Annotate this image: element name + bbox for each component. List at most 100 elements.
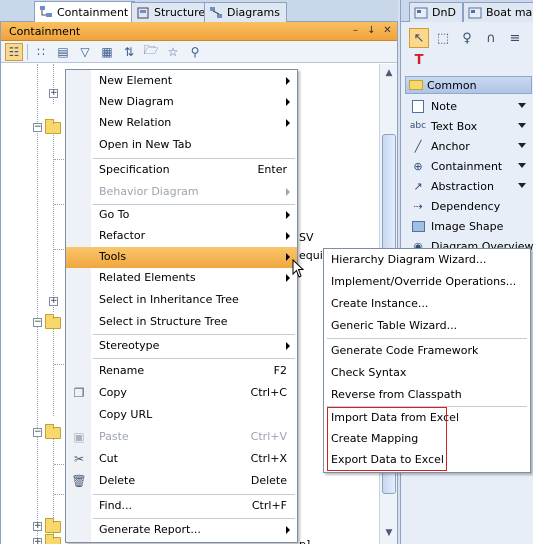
tree-expander[interactable]: +	[33, 538, 42, 544]
tab-containment[interactable]: Containment	[34, 1, 136, 22]
marquee-select-icon[interactable]: ⬚	[433, 28, 453, 48]
menu-item-refactor[interactable]: Refactor	[66, 226, 297, 247]
palette-item-anchor[interactable]: ╱ Anchor	[401, 136, 533, 156]
excel-items-callout-box	[327, 407, 447, 471]
tab-structure[interactable]: Structure	[131, 2, 213, 22]
palette-item-text-box[interactable]: abc Text Box	[401, 116, 533, 136]
tab-boat-map[interactable]: Boat map	[463, 2, 533, 22]
menu-item-delete[interactable]: 🗑 Delete Delete	[66, 471, 297, 492]
sticky-icon[interactable]: ≡	[505, 28, 525, 48]
menu-item-label: Select in Structure Tree	[99, 315, 228, 328]
structure-icon	[137, 7, 149, 18]
submenu-item-generic-table-wizard[interactable]: Generic Table Wizard...	[324, 316, 530, 337]
menu-item-new-diagram[interactable]: New Diagram	[66, 92, 297, 113]
menu-item-label: Stereotype	[99, 339, 160, 352]
package-folder-icon	[45, 518, 61, 533]
open-folder-icon[interactable]: 🗁	[142, 43, 160, 61]
submenu-item-implement-override-operations[interactable]: Implement/Override Operations...	[324, 272, 530, 293]
text-box-icon: abc	[409, 121, 427, 131]
menu-item-label: New Element	[99, 74, 173, 87]
menu-item-label: Specification	[99, 163, 170, 176]
dropdown-arrow-icon[interactable]	[518, 163, 526, 168]
menu-item-label: Copy	[99, 386, 127, 399]
collapse-all-icon[interactable]: ∷	[32, 43, 50, 61]
submenu-item-reverse-from-classpath[interactable]: Reverse from Classpath	[324, 385, 530, 406]
anchor-icon: ╱	[414, 139, 422, 153]
menu-item-open-in-new-tab[interactable]: Open in New Tab	[66, 135, 297, 156]
submenu-item-check-syntax[interactable]: Check Syntax	[324, 363, 530, 384]
menu-item-new-relation[interactable]: New Relation	[66, 113, 297, 134]
submenu-item-create-instance[interactable]: Create Instance...	[324, 294, 530, 315]
scroll-up-icon[interactable]: ▲	[382, 66, 396, 80]
palette-item-containment[interactable]: ⊕ Containment	[401, 156, 533, 176]
menu-item-copy[interactable]: ❐ Copy Ctrl+C	[66, 383, 297, 404]
submenu-arrow-icon	[286, 98, 290, 106]
minimize-icon[interactable]: –	[350, 24, 361, 37]
tab-dnd[interactable]: DnD	[409, 2, 463, 22]
menu-item-rename[interactable]: Rename F2	[66, 361, 297, 382]
menu-item-copy-url[interactable]: Copy URL	[66, 405, 297, 426]
tree-expander[interactable]: −	[33, 428, 42, 437]
menu-item-related-elements[interactable]: Related Elements	[66, 268, 297, 289]
scroll-down-icon[interactable]: ▼	[382, 526, 396, 540]
dropdown-arrow-icon[interactable]	[518, 183, 526, 188]
tree-expander[interactable]: +	[49, 89, 58, 98]
tab-diagrams[interactable]: Diagrams	[204, 2, 287, 22]
containment-icon: ⊕	[413, 159, 423, 173]
search-icon[interactable]: ⚲	[186, 43, 204, 61]
dropdown-arrow-icon[interactable]	[518, 123, 526, 128]
menu-item-cut[interactable]: ✂ Cut Ctrl+X	[66, 449, 297, 470]
close-icon[interactable]: ✕	[382, 24, 393, 37]
submenu-item-generate-code-framework[interactable]: Generate Code Framework	[324, 341, 530, 362]
menu-item-go-to[interactable]: Go To	[66, 205, 297, 226]
tree-item-fragment[interactable]: SV	[299, 231, 314, 244]
dropdown-arrow-icon[interactable]	[518, 103, 526, 108]
menu-item-specification[interactable]: Specification Enter	[66, 160, 297, 181]
menu-item-label: Cut	[99, 452, 118, 465]
tree-expander[interactable]: −	[33, 123, 42, 132]
menu-item-label: Open in New Tab	[99, 138, 192, 151]
dropdown-arrow-icon[interactable]	[518, 143, 526, 148]
palette-group-common[interactable]: Common	[405, 76, 532, 94]
pointer-icon[interactable]: ↖	[409, 28, 429, 48]
sort-icon[interactable]: ⇅	[120, 43, 138, 61]
tree-view-mode-icon[interactable]: ☷	[5, 42, 23, 61]
element-types-icon[interactable]: ▦	[98, 43, 116, 61]
pin-icon[interactable]: ↓	[366, 24, 377, 37]
tree-expander[interactable]: −	[33, 318, 42, 327]
menu-item-find[interactable]: Find... Ctrl+F	[66, 496, 297, 517]
menu-item-select-in-inheritance-tree[interactable]: Select in Inheritance Tree	[66, 290, 297, 311]
tab-structure-label: Structure	[154, 6, 206, 19]
menu-item-stereotype[interactable]: Stereotype	[66, 336, 297, 357]
menu-item-tools[interactable]: Tools	[66, 247, 297, 268]
dependency-icon: ⇢	[413, 199, 423, 213]
palette-item-note[interactable]: Note	[401, 96, 533, 116]
menu-item-generate-report[interactable]: Generate Report...	[66, 520, 297, 541]
menu-item-label: Go To	[99, 208, 130, 221]
tree-expander[interactable]: +	[33, 522, 42, 531]
menu-item-select-in-structure-tree[interactable]: Select in Structure Tree	[66, 312, 297, 333]
submenu-arrow-icon	[286, 188, 290, 196]
menu-item-label: Paste	[99, 430, 129, 443]
package-folder-icon	[45, 314, 61, 329]
stamp-icon[interactable]: ♀	[457, 28, 477, 48]
palette-item-label: Image Shape	[431, 219, 504, 233]
text-format-icon[interactable]: T	[409, 50, 429, 70]
tree-item-fragment[interactable]: p]	[299, 538, 310, 544]
group-icon[interactable]: ▤	[54, 43, 72, 61]
submenu-arrow-icon	[286, 253, 290, 261]
filter-icon[interactable]: ▽	[76, 43, 94, 61]
palette-item-dependency[interactable]: ⇢ Dependency	[401, 196, 533, 216]
delete-icon: 🗑	[71, 474, 87, 488]
menu-item-label: Find...	[99, 499, 133, 512]
favorites-star-icon[interactable]: ☆	[164, 43, 182, 61]
submenu-item-hierarchy-diagram-wizard[interactable]: Hierarchy Diagram Wizard...	[324, 250, 530, 271]
menu-item-shortcut: Delete	[250, 474, 287, 487]
submenu-arrow-icon	[286, 119, 290, 127]
palette-item-abstraction[interactable]: ↗ Abstraction	[401, 176, 533, 196]
palette-item-image-shape[interactable]: Image Shape	[401, 216, 533, 236]
magnet-icon[interactable]: ∩	[481, 28, 501, 48]
menu-item-new-element[interactable]: New Element	[66, 71, 297, 92]
tree-expander[interactable]: +	[49, 297, 58, 306]
menu-separator	[93, 334, 295, 335]
